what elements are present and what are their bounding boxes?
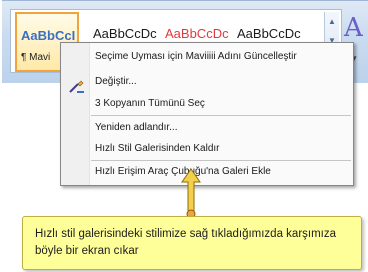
modify-style-icon	[69, 80, 84, 93]
explanation-callout: Hızlı stil galerisindeki stilimize sağ t…	[22, 216, 362, 270]
menu-item-update-style[interactable]: Seçime Uyması için Maviiiii Adını Güncel…	[95, 51, 297, 62]
style-sample-text: AaBbCcI	[21, 28, 76, 43]
callout-arrow-icon	[181, 168, 201, 219]
style-sample-text: AaBbCcDc	[165, 26, 229, 41]
context-menu: Seçime Uyması için Maviiiii Adını Güncel…	[60, 42, 354, 186]
menu-item-remove-from-gallery[interactable]: Hızlı Stil Galerisinden Kaldır	[95, 143, 220, 154]
menu-icon-gutter	[61, 43, 90, 185]
menu-separator	[91, 160, 351, 161]
menu-item-label: Değiştir...	[95, 76, 137, 87]
callout-text: Hızlı stil galerisindeki stilimize sağ t…	[35, 228, 337, 257]
menu-item-modify[interactable]: Değiştir...	[95, 76, 137, 87]
menu-item-rename[interactable]: Yeniden adlandır...	[95, 122, 177, 133]
style-caption: ¶ Mavi	[21, 52, 51, 63]
menu-item-select-all-instances[interactable]: 3 Kopyanın Tümünü Seç	[95, 98, 205, 109]
menu-item-label: 3 Kopyanın Tümünü Seç	[95, 98, 205, 109]
menu-item-label: Yeniden adlandır...	[95, 122, 178, 133]
menu-item-label: Seçime Uyması için Maviiiii Adını Güncel…	[95, 51, 297, 62]
style-sample-text: AaBbCcDc	[237, 26, 301, 41]
menu-item-label: Hızlı Stil Galerisinden Kaldır	[95, 143, 220, 154]
scroll-up-icon[interactable]: ▲	[325, 12, 339, 31]
style-sample-text: AaBbCcDc	[93, 26, 157, 41]
styles-big-icon[interactable]: A	[344, 13, 368, 43]
menu-separator	[91, 115, 351, 116]
